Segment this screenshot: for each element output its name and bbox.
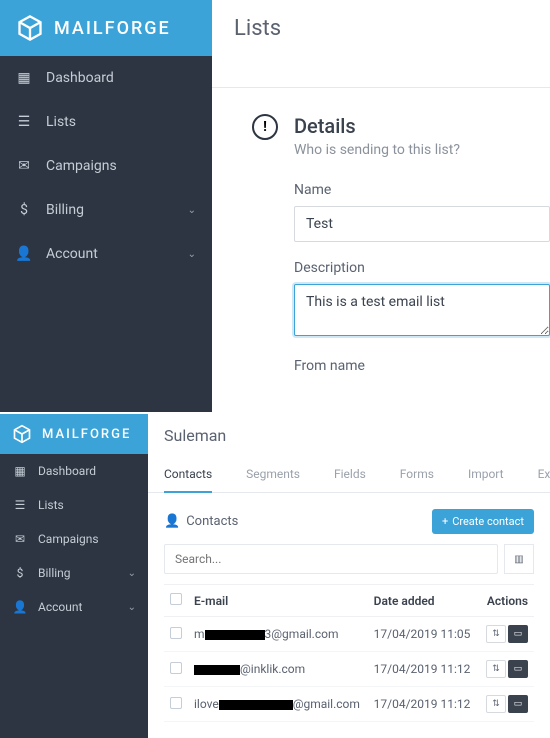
nav-billing[interactable]: $ Billing ⌄ <box>0 556 148 590</box>
brand-text: MAILFORGE <box>54 18 171 39</box>
row-action-button[interactable]: ⇅ <box>486 660 506 678</box>
lists-icon: ☰ <box>12 498 28 512</box>
nav-label: Account <box>46 246 98 262</box>
tab-forms[interactable]: Forms <box>400 457 434 492</box>
tab-fields[interactable]: Fields <box>334 457 366 492</box>
tab-contacts[interactable]: Contacts <box>164 457 212 493</box>
name-input[interactable] <box>294 206 550 242</box>
row-card-button[interactable]: ▭ <box>508 660 528 678</box>
nav-dashboard[interactable]: ▦ Dashboard <box>0 454 148 488</box>
row-action-button[interactable]: ⇅ <box>486 695 506 713</box>
tabs: Contacts Segments Fields Forms Import Ex… <box>148 457 550 493</box>
app-top: MAILFORGE ▦ Dashboard ☰ Lists ✉ Campaigns $… <box>0 0 550 412</box>
nav-lists[interactable]: ☰ Lists <box>0 100 212 144</box>
page-title: Lists <box>212 0 550 57</box>
nav-account[interactable]: 👤 Account ⌄ <box>0 232 212 276</box>
nav-label: Dashboard <box>38 464 96 478</box>
col-actions: Actions <box>477 585 534 617</box>
nav-label: Campaigns <box>38 532 99 546</box>
nav-campaigns[interactable]: ✉ Campaigns <box>0 522 148 556</box>
nav-label: Account <box>38 600 82 614</box>
sidebar: MAILFORGE ▦ Dashboard ☰ Lists ✉ Campaigns $… <box>0 414 148 738</box>
plus-icon: + <box>442 515 448 528</box>
chevron-down-icon: ⌄ <box>188 249 196 260</box>
nav-lists[interactable]: ☰ Lists <box>0 488 148 522</box>
logo-icon <box>12 424 32 444</box>
panel-title: 👤 Contacts <box>164 514 238 529</box>
dashboard-icon: ▦ <box>12 464 28 478</box>
chevron-down-icon: ⌄ <box>188 205 196 216</box>
info-icon: ! <box>252 114 278 140</box>
account-icon: 👤 <box>12 600 28 614</box>
nav-dashboard[interactable]: ▦ Dashboard <box>0 56 212 100</box>
columns-icon: ▥ <box>514 554 523 565</box>
nav-account[interactable]: 👤 Account ⌄ <box>0 590 148 624</box>
contacts-icon: 👤 <box>164 514 180 529</box>
main-top: Lists ! Details Who is sending to this l… <box>212 0 550 412</box>
nav-label: Lists <box>46 114 76 130</box>
section-subtitle: Who is sending to this list? <box>294 142 460 158</box>
redacted <box>205 630 265 640</box>
dashboard-icon: ▦ <box>16 70 32 86</box>
campaigns-icon: ✉ <box>12 532 28 546</box>
cell-email: m3@gmail.com <box>188 617 368 652</box>
nav-label: Dashboard <box>46 70 114 86</box>
brand-text: MAILFORGE <box>42 427 131 442</box>
cell-email: @inklik.com <box>188 652 368 687</box>
tab-import[interactable]: Import <box>468 457 504 492</box>
redacted <box>194 665 240 675</box>
col-email[interactable]: E-mail <box>188 585 368 617</box>
name-label: Name <box>294 182 550 198</box>
description-input[interactable]: This is a test email list <box>294 284 550 336</box>
campaigns-icon: ✉ <box>16 158 32 174</box>
billing-icon: $ <box>16 202 32 218</box>
row-card-button[interactable]: ▭ <box>508 695 528 713</box>
search-input[interactable] <box>164 544 498 574</box>
chevron-down-icon: ⌄ <box>128 568 136 579</box>
tab-segments[interactable]: Segments <box>246 457 300 492</box>
account-icon: 👤 <box>16 246 32 262</box>
nav-campaigns[interactable]: ✉ Campaigns <box>0 144 212 188</box>
table-row[interactable]: m3@gmail.com17/04/2019 11:05 ⇅▭ <box>164 617 534 652</box>
from-name-label: From name <box>294 358 550 374</box>
lists-icon: ☰ <box>16 114 32 130</box>
page-title: Suleman <box>148 414 550 457</box>
billing-icon: $ <box>12 566 28 580</box>
nav-label: Lists <box>38 498 64 512</box>
nav-billing[interactable]: $ Billing ⌄ <box>0 188 212 232</box>
col-date[interactable]: Date added <box>368 585 478 617</box>
logo-icon <box>16 14 44 42</box>
row-checkbox[interactable] <box>170 697 182 709</box>
sidebar: MAILFORGE ▦ Dashboard ☰ Lists ✉ Campaigns $… <box>0 0 212 412</box>
redacted <box>219 700 293 710</box>
brand[interactable]: MAILFORGE <box>0 414 148 454</box>
row-action-button[interactable]: ⇅ <box>486 625 506 643</box>
nav-label: Billing <box>38 566 71 580</box>
description-label: Description <box>294 260 550 276</box>
chevron-down-icon: ⌄ <box>128 602 136 613</box>
panel-title-text: Contacts <box>186 514 238 529</box>
cell-date: 17/04/2019 11:12 <box>368 652 478 687</box>
nav-label: Billing <box>46 202 84 218</box>
brand[interactable]: MAILFORGE <box>0 0 212 56</box>
contacts-table: E-mail Date added Actions m3@gmail.com17… <box>164 584 534 722</box>
cell-date: 17/04/2019 11:05 <box>368 617 478 652</box>
table-row[interactable]: @inklik.com17/04/2019 11:12 ⇅▭ <box>164 652 534 687</box>
tab-export[interactable]: Expo <box>538 457 550 492</box>
nav-label: Campaigns <box>46 158 117 174</box>
app-bottom: MAILFORGE ▦ Dashboard ☰ Lists ✉ Campaigns $… <box>0 412 550 738</box>
button-label: Create contact <box>452 515 524 528</box>
create-contact-button[interactable]: + Create contact <box>432 509 534 534</box>
row-checkbox[interactable] <box>170 627 182 639</box>
select-all-checkbox[interactable] <box>170 593 182 605</box>
row-card-button[interactable]: ▭ <box>508 625 528 643</box>
main-bottom: Suleman Contacts Segments Fields Forms I… <box>148 414 550 738</box>
columns-button[interactable]: ▥ <box>504 544 534 574</box>
row-checkbox[interactable] <box>170 662 182 674</box>
section-title: Details <box>294 114 460 138</box>
